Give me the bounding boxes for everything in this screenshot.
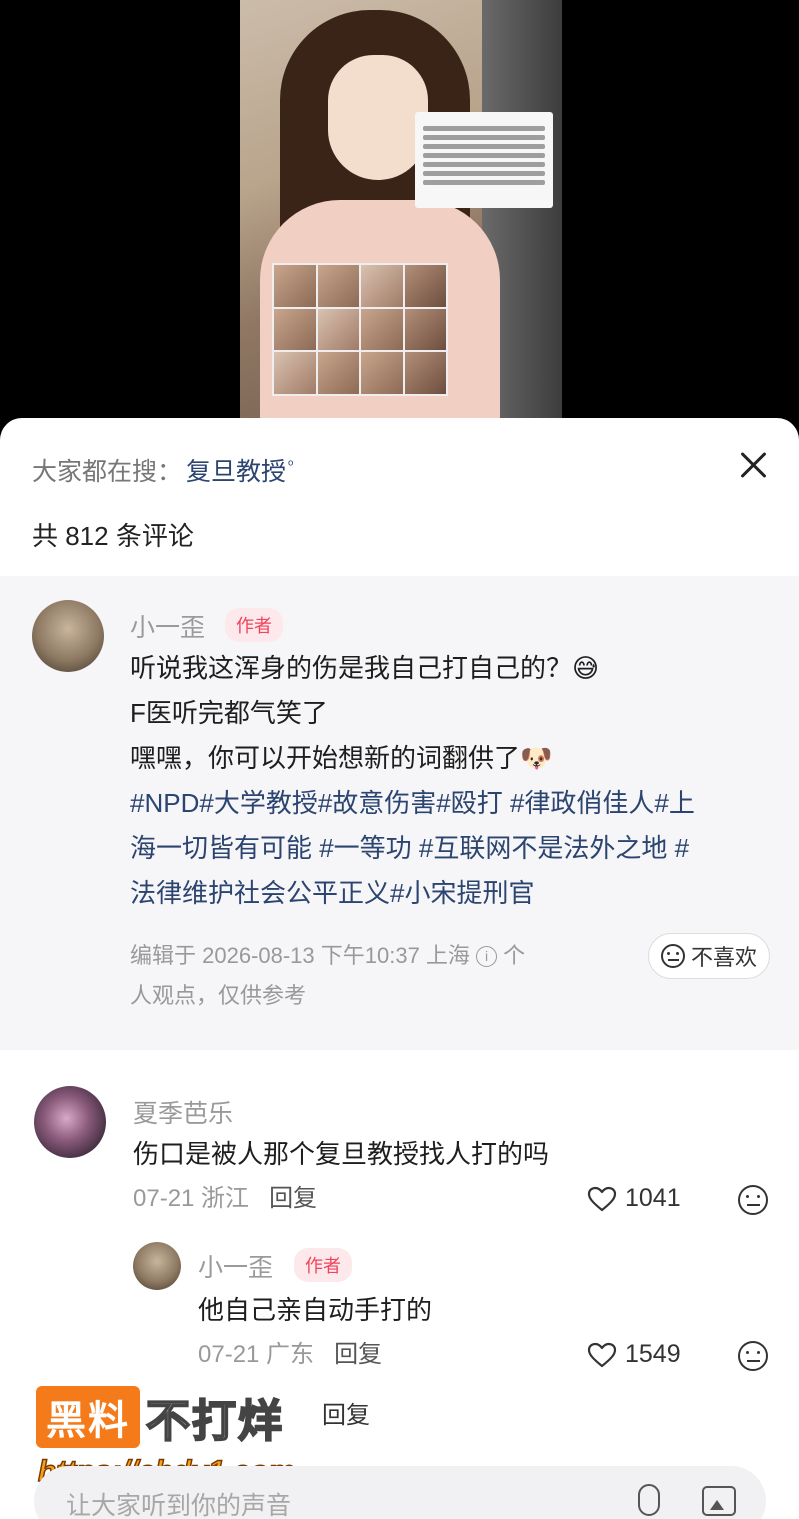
avatar[interactable] bbox=[133, 1242, 181, 1290]
trending-search-label: 大家都在搜： bbox=[32, 458, 183, 486]
pinned-comment: 小一歪 作者 听说我这浑身的伤是我自己打自己的？😅 F医听完都气笑了 嘿嘿，你可… bbox=[0, 576, 799, 1050]
video-overlay-layer bbox=[240, 0, 562, 430]
comment-input[interactable]: 让大家听到你的声音 bbox=[34, 1466, 766, 1519]
trending-search[interactable]: 大家都在搜： 复旦教授 ᵒ bbox=[32, 452, 293, 488]
dislike-button[interactable]: 不喜欢 bbox=[648, 933, 770, 979]
search-icon: ᵒ bbox=[288, 456, 294, 472]
reply-username[interactable]: 小一歪 bbox=[198, 1248, 273, 1284]
like-count: 1041 bbox=[625, 1184, 681, 1212]
watermark-logo: 黑料 不打烊 bbox=[36, 1385, 284, 1449]
comment-text-line: F医听完都气笑了 bbox=[130, 698, 328, 728]
avatar[interactable] bbox=[32, 600, 104, 672]
screen: { "search_bar": { "label": "大家都在搜：", "te… bbox=[0, 0, 799, 1519]
hashtag-line[interactable]: #NPD#大学教授#故意伤害#殴打 #律政俏佳人#上 bbox=[130, 781, 695, 826]
hashtag-line[interactable]: 海一切皆有可能 #一等功 #互联网不是法外之地 # bbox=[130, 826, 689, 871]
dislike-icon[interactable] bbox=[738, 1185, 768, 1215]
comment-text: 伤口是被人那个复旦教授找人打的吗 bbox=[133, 1139, 550, 1169]
injury-photo-collage bbox=[272, 263, 448, 396]
collapsed-reply-link[interactable]: 回复 bbox=[322, 1395, 370, 1430]
comment-username[interactable]: 夏季芭乐 bbox=[133, 1094, 233, 1130]
reply-meta: 07-21 广东 回复 bbox=[198, 1335, 382, 1375]
heart-icon bbox=[587, 1342, 617, 1367]
heart-icon bbox=[587, 1186, 617, 1211]
trending-search-term[interactable]: 复旦教授 bbox=[186, 452, 286, 488]
comment-edit-time: 编辑于 2026-08-13 下午10:37 上海 bbox=[130, 943, 470, 968]
comment-meta-tail: 个 bbox=[497, 943, 526, 968]
like-count: 1549 bbox=[625, 1340, 681, 1368]
image-icon[interactable] bbox=[702, 1486, 736, 1516]
comment-text-line: 嘿嘿，你可以开始想新的词翻供了🐶 bbox=[130, 743, 553, 773]
reply-date-location: 07-21 广东 bbox=[198, 1341, 315, 1368]
info-icon[interactable]: i bbox=[476, 946, 498, 967]
avatar[interactable] bbox=[34, 1086, 106, 1158]
close-icon[interactable] bbox=[737, 448, 769, 480]
comment-count: 共 812 条评论 bbox=[32, 521, 194, 551]
microphone-icon[interactable] bbox=[638, 1484, 660, 1516]
reply-text: 他自己亲自动手打的 bbox=[198, 1295, 433, 1325]
comment-meta: 07-21 浙江 回复 bbox=[133, 1179, 317, 1219]
watermark-boxed-text: 黑料 bbox=[36, 1386, 140, 1448]
court-notice-image bbox=[415, 112, 553, 208]
comment-text-line: 听说我这浑身的伤是我自己打自己的？😅 bbox=[130, 653, 600, 683]
watermark-text: 不打烊 bbox=[145, 1396, 284, 1447]
comment-input-placeholder: 让大家听到你的声音 bbox=[66, 1492, 292, 1519]
like-button[interactable]: 1549 bbox=[587, 1340, 681, 1369]
author-badge: 作者 bbox=[225, 608, 283, 642]
dislike-icon[interactable] bbox=[738, 1341, 768, 1371]
comment-panel: 大家都在搜： 复旦教授 ᵒ 共 812 条评论 小一歪 作者 听说我这浑身的伤是… bbox=[0, 418, 799, 1519]
neutral-face-icon bbox=[660, 944, 685, 968]
hashtag-line[interactable]: 法律维护社会公平正义#小宋提刑官 bbox=[130, 871, 534, 916]
comment-disclaimer: 人观点，仅供参考 bbox=[130, 983, 307, 1008]
reply-button[interactable]: 回复 bbox=[334, 1341, 382, 1368]
comment-username[interactable]: 小一歪 bbox=[130, 608, 205, 644]
like-button[interactable]: 1041 bbox=[587, 1184, 681, 1213]
comment-meta: 编辑于 2026-08-13 下午10:37 上海 i 个 bbox=[130, 936, 525, 976]
dislike-label: 不喜欢 bbox=[690, 945, 757, 970]
reply-button[interactable]: 回复 bbox=[269, 1185, 317, 1212]
author-badge: 作者 bbox=[294, 1248, 352, 1282]
comment-date-location: 07-21 浙江 bbox=[133, 1185, 250, 1212]
